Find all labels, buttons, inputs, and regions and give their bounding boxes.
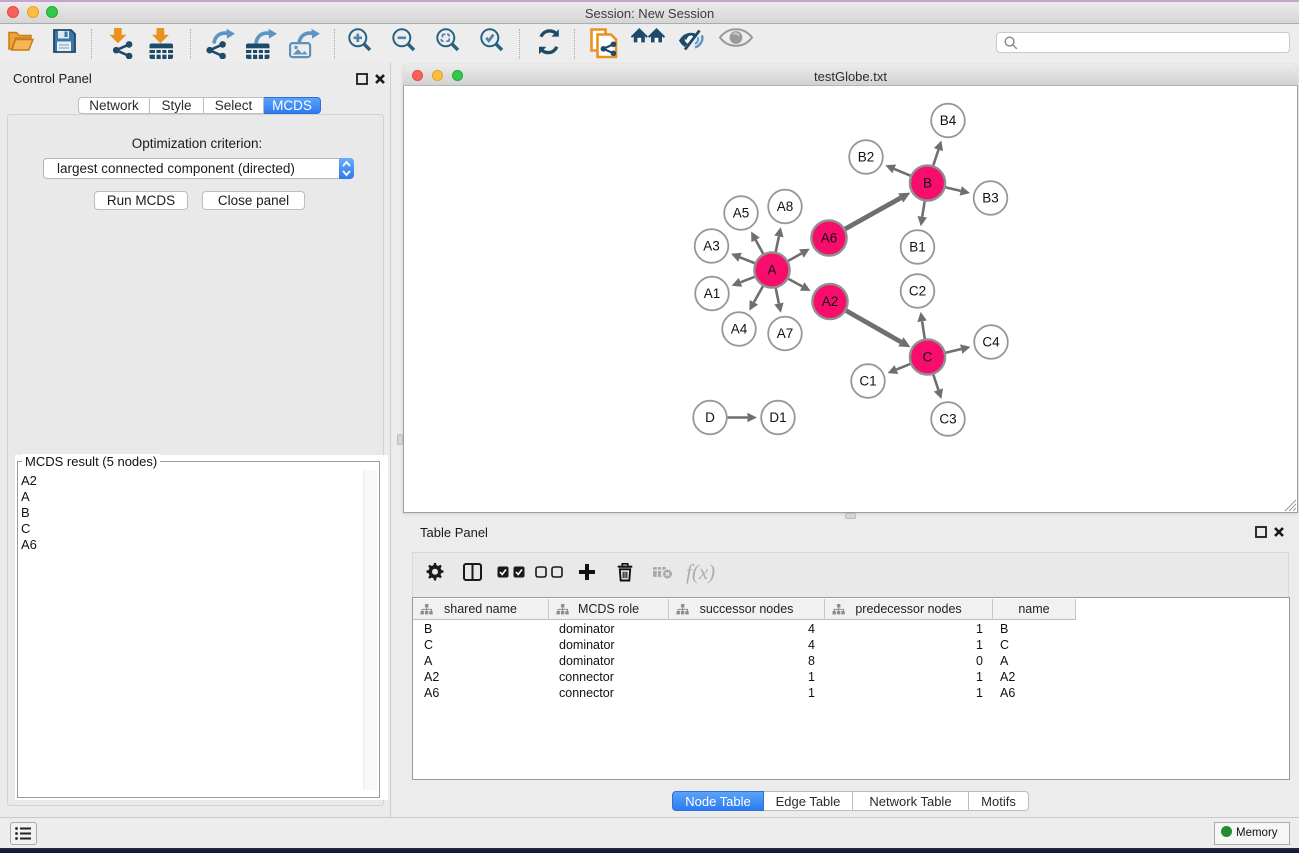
svg-text:C2: C2 [909,284,926,299]
svg-text:C: C [923,350,933,365]
svg-text:A1: A1 [704,286,721,301]
svg-text:B2: B2 [858,150,875,165]
svg-text:C4: C4 [982,335,1000,350]
svg-text:B4: B4 [940,113,957,128]
svg-text:B: B [923,176,932,191]
svg-text:B3: B3 [982,191,999,206]
svg-text:C3: C3 [939,412,956,427]
svg-text:A5: A5 [733,206,750,221]
svg-text:A: A [767,263,776,278]
svg-text:C1: C1 [859,374,876,389]
svg-text:A7: A7 [777,326,794,341]
svg-text:A6: A6 [821,231,838,246]
svg-text:A2: A2 [822,294,839,309]
svg-text:A3: A3 [703,239,720,254]
svg-text:D: D [705,410,715,425]
svg-text:A4: A4 [731,322,748,337]
svg-text:B1: B1 [909,240,926,255]
svg-text:A8: A8 [777,199,794,214]
svg-text:D1: D1 [769,410,786,425]
